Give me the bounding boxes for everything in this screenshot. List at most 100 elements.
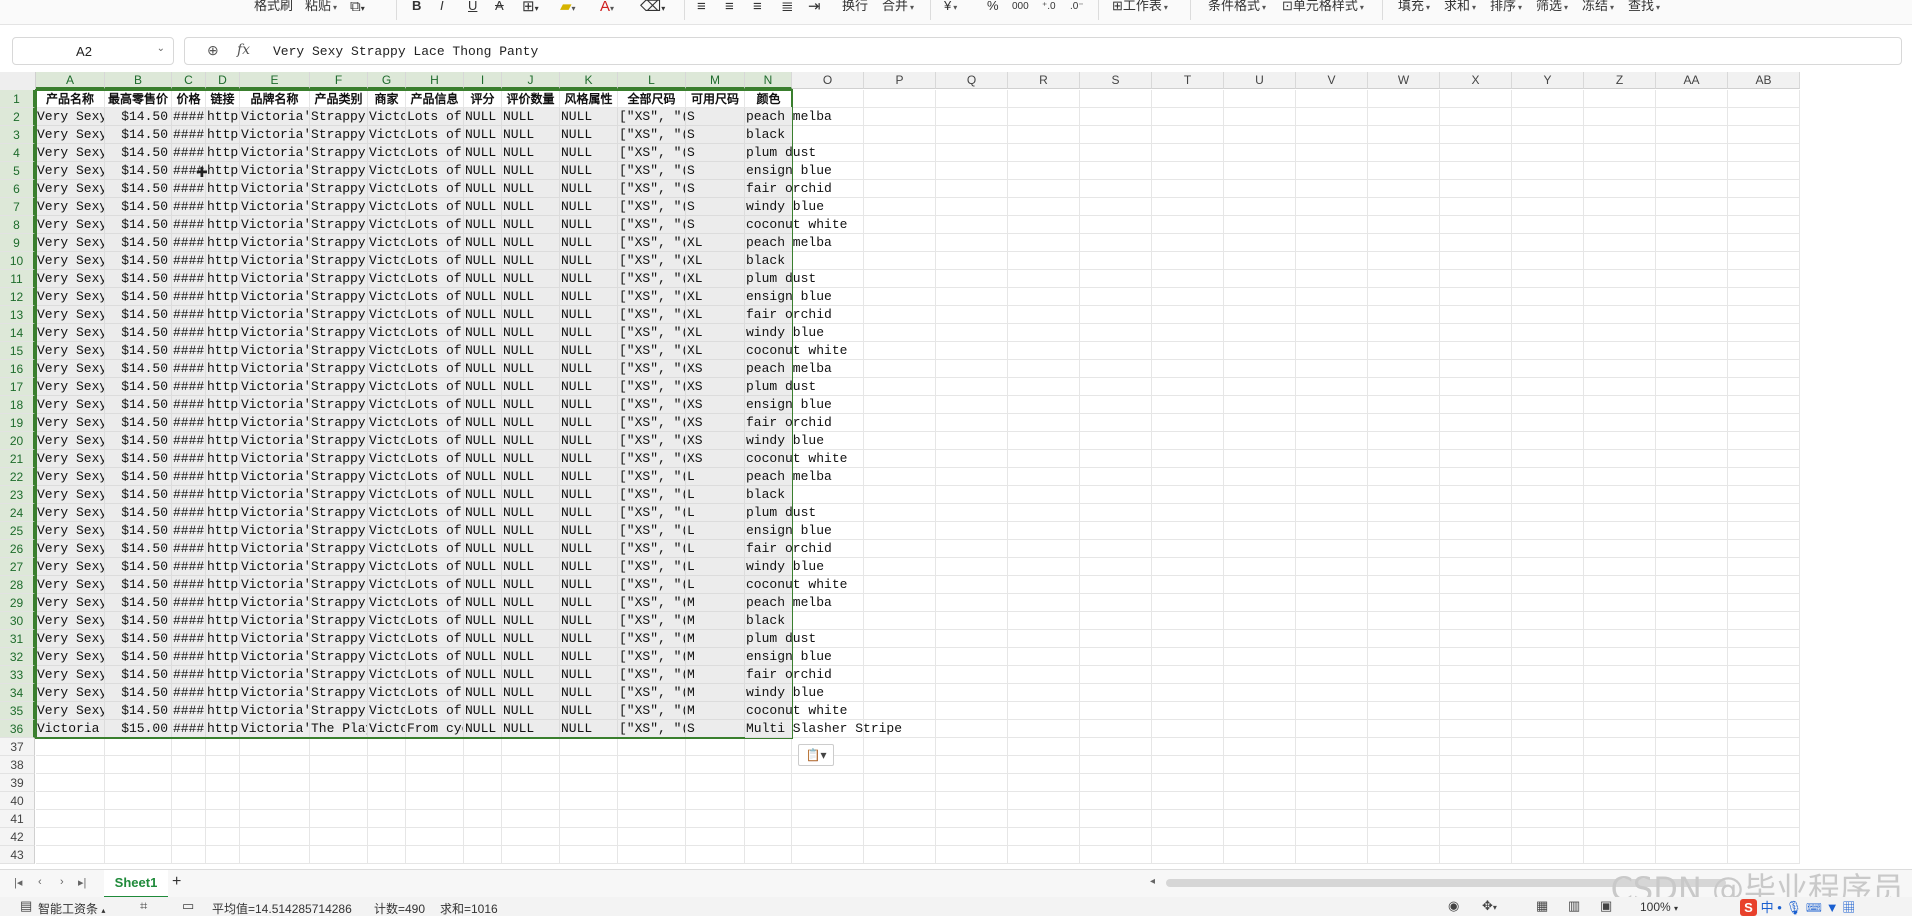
empty-cell[interactable] bbox=[1368, 774, 1440, 792]
table-cell[interactable]: NULL bbox=[464, 576, 502, 594]
empty-cell[interactable] bbox=[1296, 450, 1368, 468]
empty-cell[interactable] bbox=[1008, 504, 1080, 522]
empty-cell[interactable] bbox=[1224, 522, 1296, 540]
empty-cell[interactable] bbox=[502, 846, 560, 864]
table-cell[interactable]: NULL bbox=[464, 630, 502, 648]
table-cell[interactable]: Lots of ( bbox=[406, 126, 464, 144]
table-cell[interactable]: Very Sexy bbox=[36, 612, 105, 630]
empty-cell[interactable] bbox=[1512, 648, 1584, 666]
empty-cell[interactable] bbox=[240, 792, 310, 810]
empty-cell[interactable] bbox=[1152, 324, 1224, 342]
empty-cell[interactable] bbox=[1728, 198, 1800, 216]
table-cell[interactable]: NULL bbox=[502, 252, 560, 270]
row-header-37[interactable]: 37 bbox=[0, 738, 35, 756]
empty-cell[interactable] bbox=[240, 810, 310, 828]
table-cell[interactable]: Very Sexy bbox=[36, 594, 105, 612]
table-cell[interactable]: M bbox=[686, 666, 745, 684]
empty-cell[interactable] bbox=[560, 792, 618, 810]
table-cell[interactable]: windy blue bbox=[745, 684, 824, 702]
empty-cell[interactable] bbox=[1008, 216, 1080, 234]
table-cell[interactable]: NULL bbox=[502, 648, 560, 666]
empty-cell[interactable] bbox=[1224, 324, 1296, 342]
empty-cell[interactable] bbox=[936, 468, 1008, 486]
table-cell[interactable]: #### bbox=[172, 360, 206, 378]
table-cell[interactable]: S bbox=[686, 108, 745, 126]
empty-cell[interactable] bbox=[1152, 180, 1224, 198]
table-cell[interactable]: NULL bbox=[560, 198, 618, 216]
empty-cell[interactable] bbox=[1656, 270, 1728, 288]
empty-cell[interactable] bbox=[936, 216, 1008, 234]
row-header-32[interactable]: 32 bbox=[0, 648, 35, 666]
table-cell[interactable]: Lots of ( bbox=[406, 162, 464, 180]
empty-cell[interactable] bbox=[936, 684, 1008, 702]
empty-cell[interactable] bbox=[1152, 108, 1224, 126]
column-title-cell[interactable]: 商家 bbox=[368, 90, 406, 108]
empty-cell[interactable] bbox=[1728, 288, 1800, 306]
table-cell[interactable]: #### bbox=[172, 594, 206, 612]
empty-cell[interactable] bbox=[1584, 666, 1656, 684]
table-cell[interactable]: NULL bbox=[464, 216, 502, 234]
table-cell[interactable]: Strappy I bbox=[310, 252, 368, 270]
empty-cell[interactable] bbox=[1296, 738, 1368, 756]
empty-cell[interactable] bbox=[1728, 270, 1800, 288]
empty-cell[interactable] bbox=[406, 756, 464, 774]
table-cell[interactable]: Strappy I bbox=[310, 504, 368, 522]
empty-cell[interactable] bbox=[1440, 414, 1512, 432]
table-cell[interactable]: Lots of ( bbox=[406, 468, 464, 486]
table-cell[interactable]: NULL bbox=[502, 702, 560, 720]
row-header-24[interactable]: 24 bbox=[0, 504, 35, 522]
table-cell[interactable]: Victoria' bbox=[240, 486, 310, 504]
prev-sheet-icon[interactable]: ‹ bbox=[38, 876, 42, 888]
empty-cell[interactable] bbox=[1584, 450, 1656, 468]
empty-cell[interactable] bbox=[1224, 234, 1296, 252]
table-cell[interactable]: Very Sexy bbox=[36, 342, 105, 360]
empty-cell[interactable] bbox=[1008, 360, 1080, 378]
empty-cell[interactable] bbox=[864, 684, 936, 702]
empty-cell[interactable] bbox=[1512, 108, 1584, 126]
empty-cell[interactable] bbox=[936, 108, 1008, 126]
empty-cell[interactable] bbox=[936, 702, 1008, 720]
empty-cell[interactable] bbox=[406, 738, 464, 756]
table-cell[interactable]: Lots of ( bbox=[406, 450, 464, 468]
empty-cell[interactable] bbox=[864, 360, 936, 378]
empty-cell[interactable] bbox=[745, 828, 792, 846]
empty-cell[interactable] bbox=[1224, 288, 1296, 306]
empty-cell[interactable] bbox=[618, 846, 686, 864]
column-header-o[interactable]: O bbox=[792, 72, 864, 89]
empty-cell[interactable] bbox=[1440, 702, 1512, 720]
table-cell[interactable]: windy blue bbox=[745, 198, 824, 216]
table-cell[interactable]: Victoria' bbox=[240, 126, 310, 144]
empty-cell[interactable] bbox=[1368, 828, 1440, 846]
table-cell[interactable]: https bbox=[206, 702, 240, 720]
empty-cell[interactable] bbox=[1584, 306, 1656, 324]
table-cell[interactable]: ["XS", "( bbox=[618, 594, 686, 612]
empty-cell[interactable] bbox=[936, 306, 1008, 324]
table-cell[interactable]: M bbox=[686, 612, 745, 630]
table-cell[interactable]: Strappy I bbox=[310, 702, 368, 720]
empty-cell[interactable] bbox=[1584, 432, 1656, 450]
empty-cell[interactable] bbox=[1008, 486, 1080, 504]
empty-cell[interactable] bbox=[1584, 522, 1656, 540]
empty-cell[interactable] bbox=[1512, 306, 1584, 324]
table-cell[interactable]: NULL bbox=[464, 612, 502, 630]
shirt-icon[interactable]: ▼ bbox=[1826, 900, 1839, 915]
table-cell[interactable]: coconut white bbox=[745, 216, 847, 234]
table-cell[interactable]: NULL bbox=[560, 108, 618, 126]
table-cell[interactable]: M bbox=[686, 630, 745, 648]
empty-cell[interactable] bbox=[1512, 324, 1584, 342]
table-cell[interactable]: Victo bbox=[368, 558, 406, 576]
empty-cell[interactable] bbox=[1224, 684, 1296, 702]
table-cell[interactable]: #### bbox=[172, 450, 206, 468]
empty-cell[interactable] bbox=[1224, 792, 1296, 810]
empty-cell[interactable] bbox=[406, 792, 464, 810]
empty-cell[interactable] bbox=[1224, 252, 1296, 270]
empty-cell[interactable] bbox=[1296, 504, 1368, 522]
table-cell[interactable]: NULL bbox=[502, 576, 560, 594]
empty-cell[interactable] bbox=[1440, 810, 1512, 828]
table-cell[interactable]: $14.50 bbox=[105, 270, 172, 288]
empty-cell[interactable] bbox=[1224, 756, 1296, 774]
empty-cell[interactable] bbox=[1224, 702, 1296, 720]
empty-cell[interactable] bbox=[686, 810, 745, 828]
table-cell[interactable]: NULL bbox=[502, 666, 560, 684]
table-cell[interactable]: ensign blue bbox=[745, 648, 832, 666]
